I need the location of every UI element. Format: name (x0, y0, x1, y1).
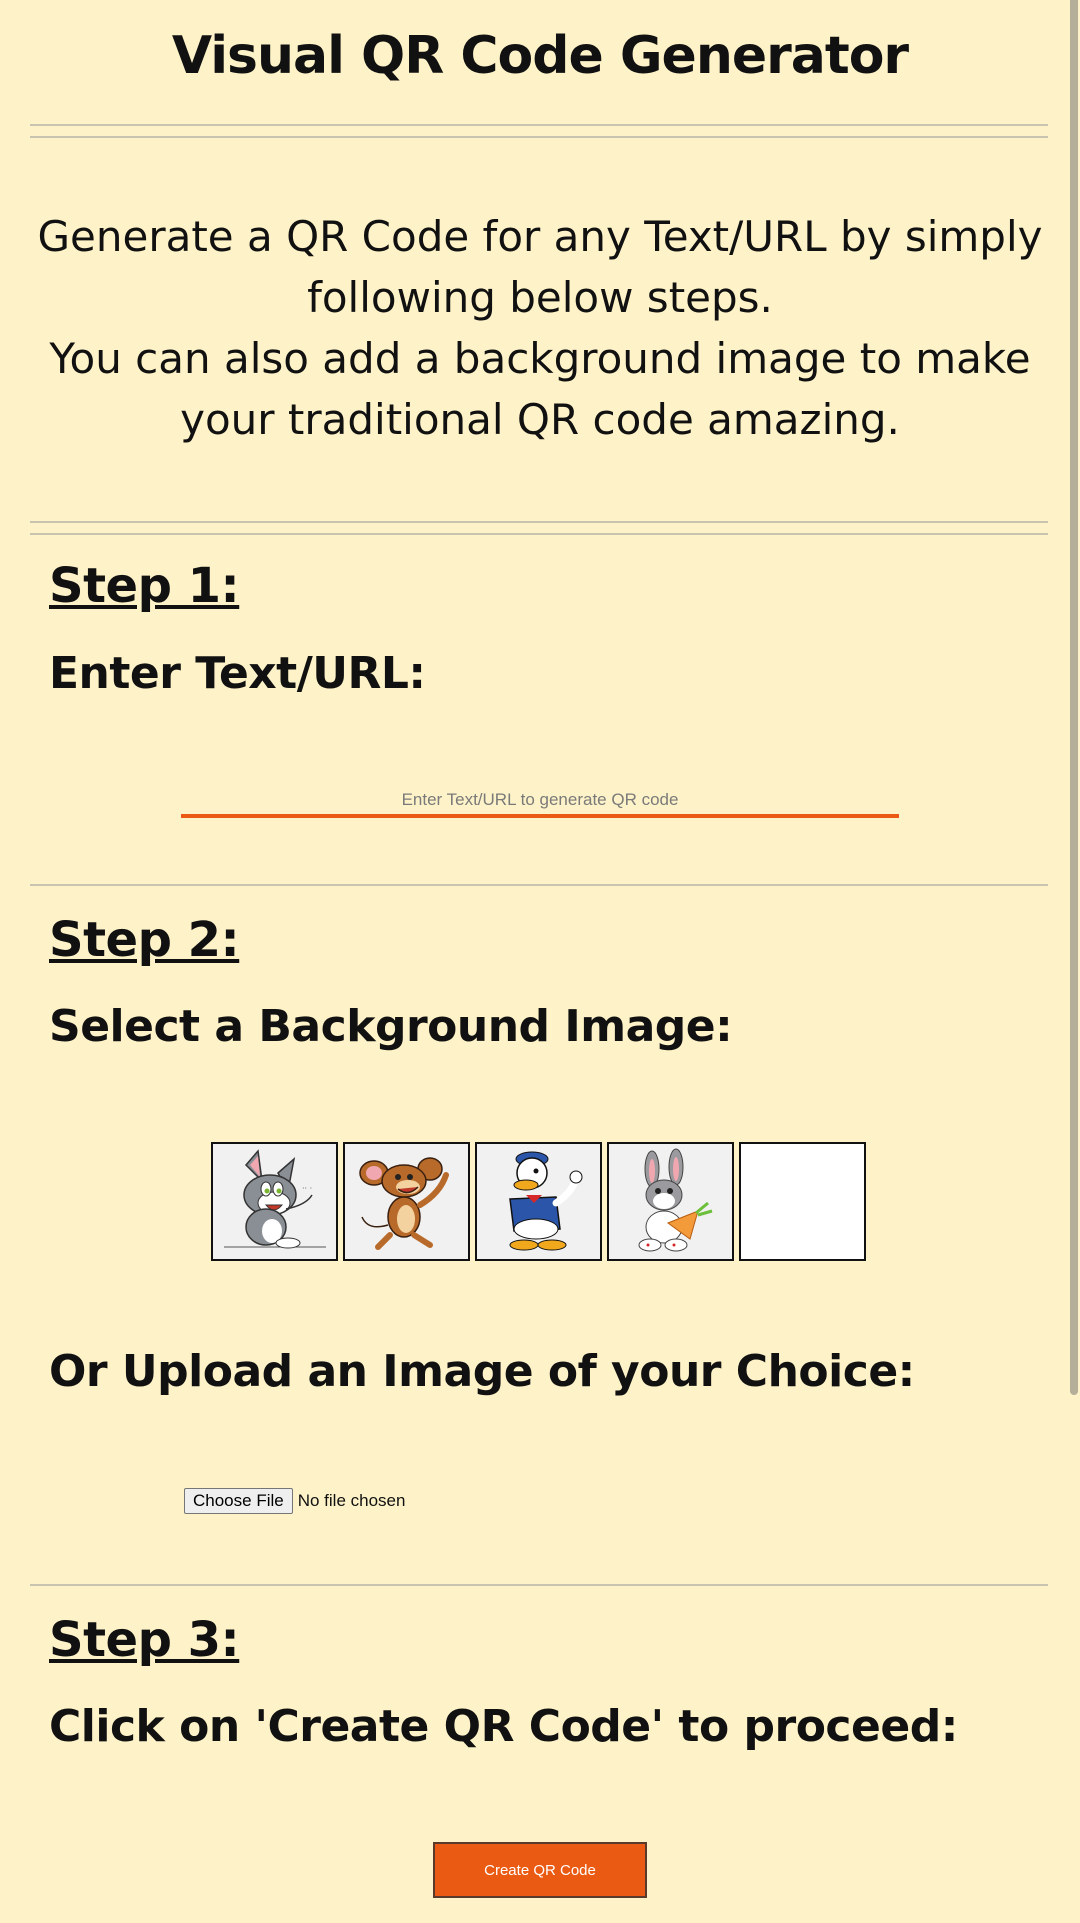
text-url-input[interactable] (181, 786, 899, 818)
step-3-label: Click on 'Create QR Code' to proceed: (49, 1701, 958, 1752)
background-option-blank[interactable] (739, 1142, 866, 1261)
step-1-label: Enter Text/URL: (49, 648, 426, 699)
choose-file-button[interactable]: Choose File (184, 1488, 293, 1514)
page: Visual QR Code Generator Generate a QR C… (0, 0, 1062, 1923)
intro-line-2: You can also add a background image to m… (49, 334, 1031, 444)
file-upload-control: Choose File No file chosen (184, 1488, 405, 1514)
background-option-cat[interactable]: ·· · (211, 1142, 338, 1261)
scrollbar[interactable] (1062, 0, 1080, 1923)
step-2-heading: Step 2: (49, 912, 240, 968)
background-option-mouse[interactable] (343, 1142, 470, 1261)
step-3-heading: Step 3: (49, 1612, 240, 1668)
page-title: Visual QR Code Generator (171, 26, 909, 86)
step-2-label: Select a Background Image: (49, 1001, 733, 1052)
file-status-text: No file chosen (297, 1491, 406, 1510)
cat-cartoon-icon: ·· · (223, 1148, 326, 1248)
bunny-cartoon-icon (638, 1148, 712, 1251)
svg-text:·· ·: ·· · (302, 1184, 312, 1193)
divider (30, 521, 1048, 535)
intro-line-1: Generate a QR Code for any Text/URL by s… (37, 212, 1043, 322)
duck-cartoon-icon (508, 1151, 582, 1250)
create-qr-code-button[interactable]: Create QR Code (433, 1842, 647, 1898)
divider (30, 884, 1048, 886)
background-image-gallery: ·· · (211, 1142, 866, 1261)
divider (30, 124, 1048, 138)
mouse-cartoon-icon (358, 1156, 449, 1250)
scrollbar-thumb[interactable] (1070, 0, 1078, 1395)
background-option-duck[interactable] (475, 1142, 602, 1261)
step-1-heading: Step 1: (49, 558, 240, 614)
upload-label: Or Upload an Image of your Choice: (49, 1346, 915, 1397)
background-option-bunny[interactable] (607, 1142, 734, 1261)
divider (30, 1584, 1048, 1586)
intro-text: Generate a QR Code for any Text/URL by s… (28, 206, 1052, 450)
